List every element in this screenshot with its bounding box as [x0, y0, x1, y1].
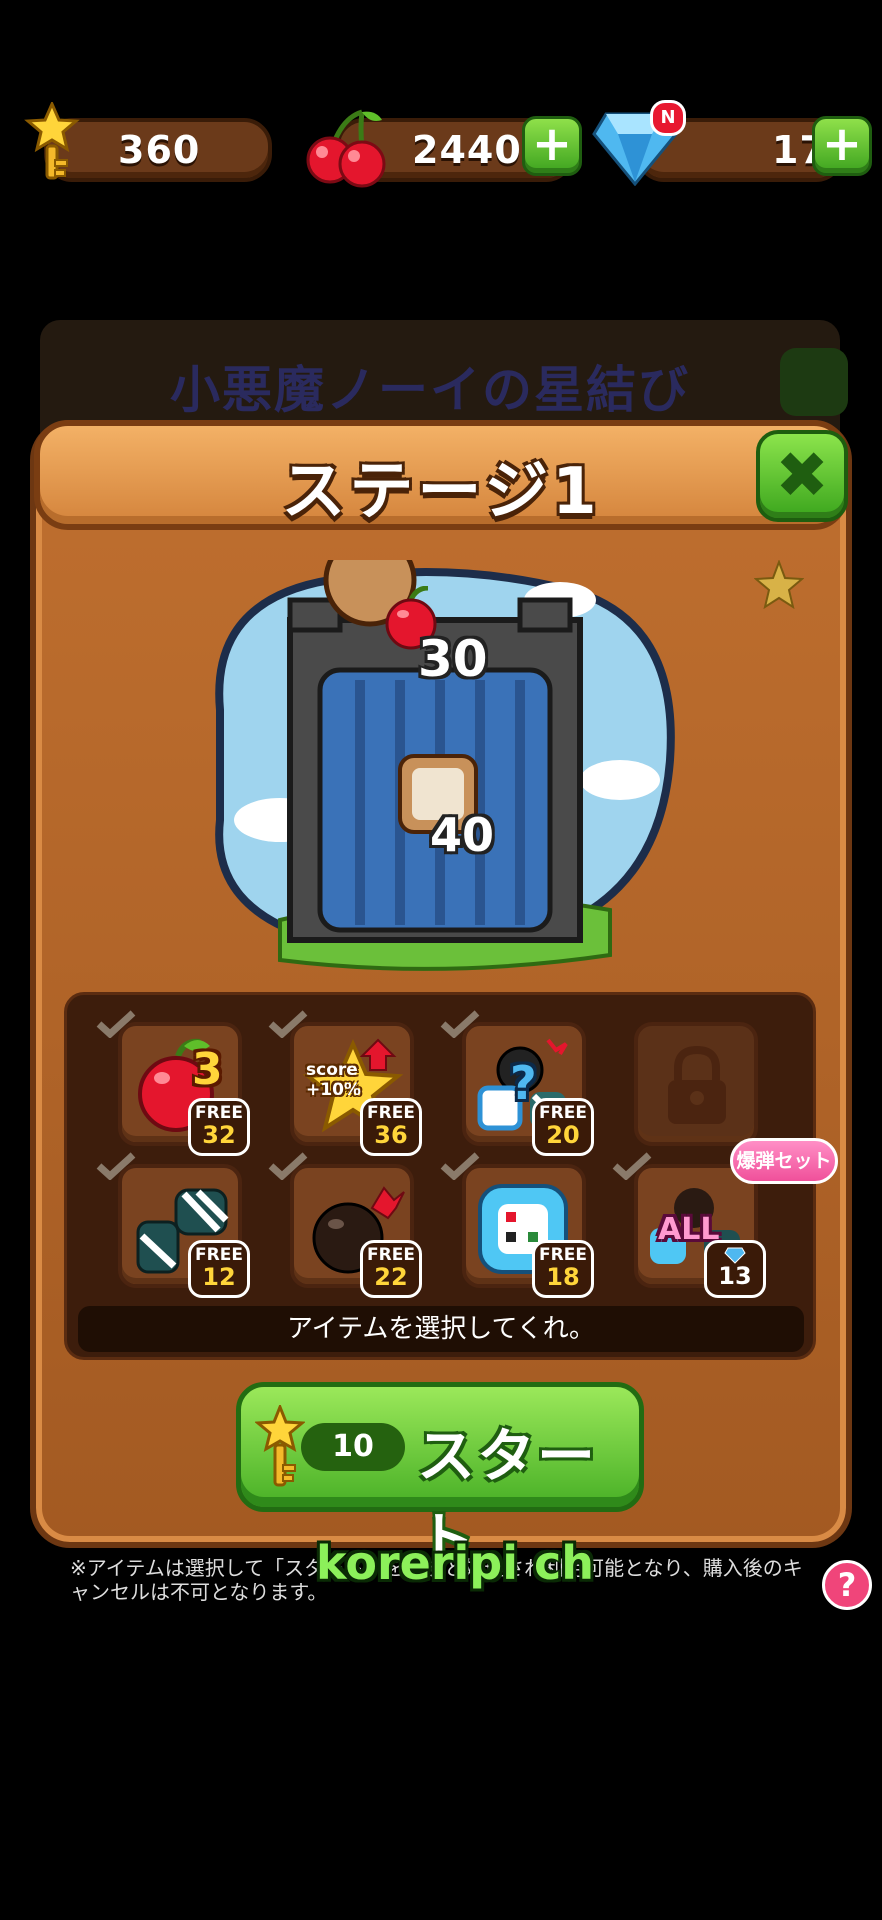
item-striped[interactable]: FREE 12 [118, 1164, 250, 1298]
cherries-value: 2440 [412, 128, 522, 172]
help-button[interactable]: ? [822, 1560, 872, 1610]
golden-key-icon [255, 1405, 305, 1487]
start-button[interactable]: 10 スタート [236, 1382, 644, 1574]
close-icon: ✖ [775, 439, 829, 513]
block-goal-count: 40 [430, 808, 495, 862]
item-all-set[interactable]: ALL 13 [634, 1164, 766, 1298]
add-cherries-button[interactable]: + [522, 116, 582, 176]
item-gem-price-badge: 13 [704, 1240, 766, 1298]
item-random-mark: ? [510, 1056, 537, 1110]
item-free-badge: FREE 18 [532, 1240, 594, 1298]
golden-key-icon [24, 102, 80, 180]
item-apple[interactable]: 3 FREE 32 [118, 1022, 250, 1156]
item-score-label: score +10% [306, 1060, 361, 1100]
lock-icon [668, 1045, 726, 1124]
item-free-badge: FREE 32 [188, 1098, 250, 1156]
new-badge: N [650, 100, 686, 136]
item-free-badge: FREE 12 [188, 1240, 250, 1298]
check-icon [268, 1010, 308, 1038]
apple-goal-count: 30 [418, 630, 488, 688]
plus-icon: + [821, 116, 863, 172]
plus-icon: + [531, 116, 573, 172]
check-icon [440, 1152, 480, 1180]
hint-bar: アイテムを選択してくれ。 [78, 1306, 804, 1352]
item-random[interactable]: ? FREE 20 [462, 1022, 594, 1156]
hint-text: アイテムを選択してくれ。 [286, 1314, 596, 1344]
close-button[interactable]: ✖ [756, 430, 848, 522]
check-icon [440, 1010, 480, 1038]
watermark: koreripi ch [316, 1536, 595, 1590]
key-cost-value: 10 [332, 1429, 374, 1464]
background-close-icon [780, 348, 848, 416]
keys-value: 360 [118, 128, 201, 172]
dialog-header: ステージ1 [34, 420, 848, 530]
cherry-icon [306, 109, 386, 188]
item-bomb[interactable]: FREE 22 [290, 1164, 422, 1298]
key-cost: 10 [301, 1423, 405, 1471]
bomb-set-label: 爆弾セット [736, 1150, 832, 1172]
check-icon [268, 1152, 308, 1180]
background-title: 小悪魔ノーイの星結び [170, 361, 690, 419]
item-locked [634, 1022, 758, 1146]
item-score-boost[interactable]: score +10% FREE 36 [290, 1022, 422, 1156]
help-icon: ? [837, 1566, 857, 1604]
check-icon [96, 1010, 136, 1038]
check-icon [96, 1152, 136, 1180]
item-free-badge: FREE 20 [532, 1098, 594, 1156]
item-dice-block[interactable]: FREE 18 [462, 1164, 594, 1298]
item-free-badge: FREE 22 [360, 1240, 422, 1298]
check-icon [612, 1152, 652, 1180]
bomb-set-tag: 爆弾セット [730, 1138, 838, 1184]
item-apple-amount: 3 [192, 1044, 223, 1095]
item-free-badge: FREE 36 [360, 1098, 422, 1156]
add-gems-button[interactable]: + [812, 116, 872, 176]
star-icon [754, 560, 804, 610]
stage-title: ステージ1 [281, 455, 601, 529]
